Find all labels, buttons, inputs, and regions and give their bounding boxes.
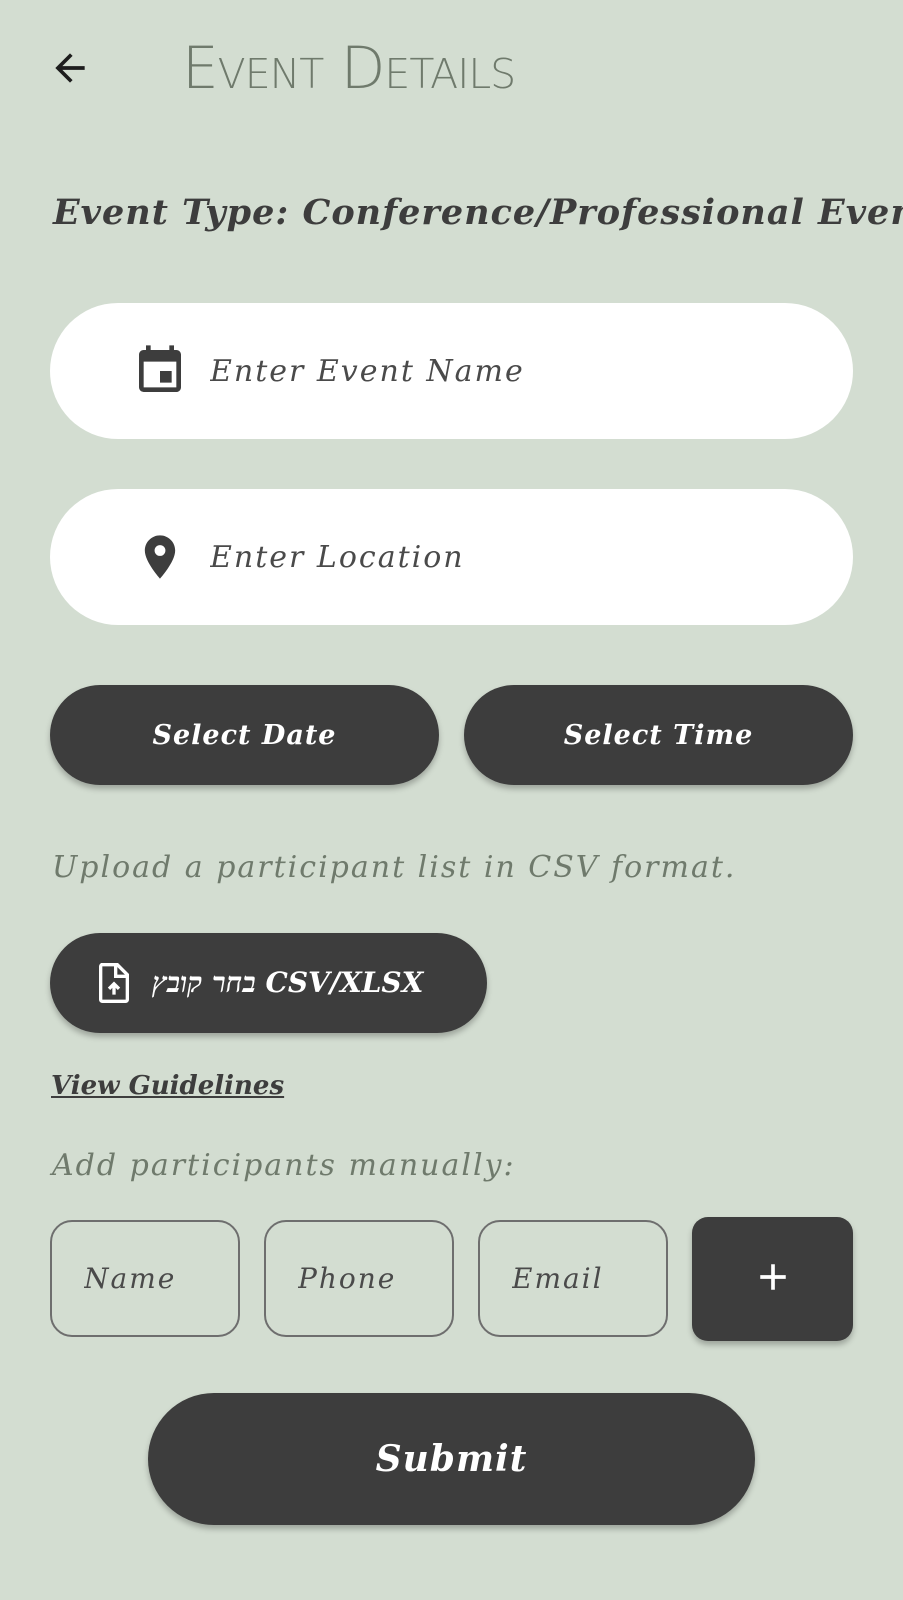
upload-hint-text: Upload a participant list in CSV format. xyxy=(52,850,737,885)
participant-name-input[interactable] xyxy=(82,1261,236,1296)
upload-file-label: בחר קובץ CSV/XLSX xyxy=(152,966,424,999)
select-time-button[interactable]: Select Time xyxy=(464,685,853,785)
event-name-field[interactable] xyxy=(50,303,853,439)
file-upload-icon xyxy=(96,963,132,1003)
participant-phone-input[interactable] xyxy=(296,1261,450,1296)
view-guidelines-link[interactable]: View Guidelines xyxy=(51,1071,284,1101)
participant-email-field[interactable] xyxy=(478,1220,668,1337)
plus-icon xyxy=(756,1260,790,1298)
arrow-left-icon xyxy=(48,46,92,94)
location-field[interactable] xyxy=(50,489,853,625)
participant-name-field[interactable] xyxy=(50,1220,240,1337)
select-date-button[interactable]: Select Date xyxy=(50,685,439,785)
participant-email-input[interactable] xyxy=(510,1261,664,1296)
page-title: Event Details xyxy=(182,34,516,102)
participant-phone-field[interactable] xyxy=(264,1220,454,1337)
manual-add-hint: Add participants manually: xyxy=(52,1148,516,1183)
event-name-input[interactable] xyxy=(208,352,772,390)
add-participant-button[interactable] xyxy=(692,1217,853,1341)
upload-file-button[interactable]: בחר קובץ CSV/XLSX xyxy=(50,933,487,1033)
location-pin-icon xyxy=(130,531,190,583)
submit-button[interactable]: Submit xyxy=(148,1393,755,1525)
back-button[interactable] xyxy=(42,42,98,98)
event-type-label: Event Type: Conference/Professional Even… xyxy=(53,192,903,233)
calendar-icon xyxy=(130,343,190,399)
location-input[interactable] xyxy=(208,538,772,576)
